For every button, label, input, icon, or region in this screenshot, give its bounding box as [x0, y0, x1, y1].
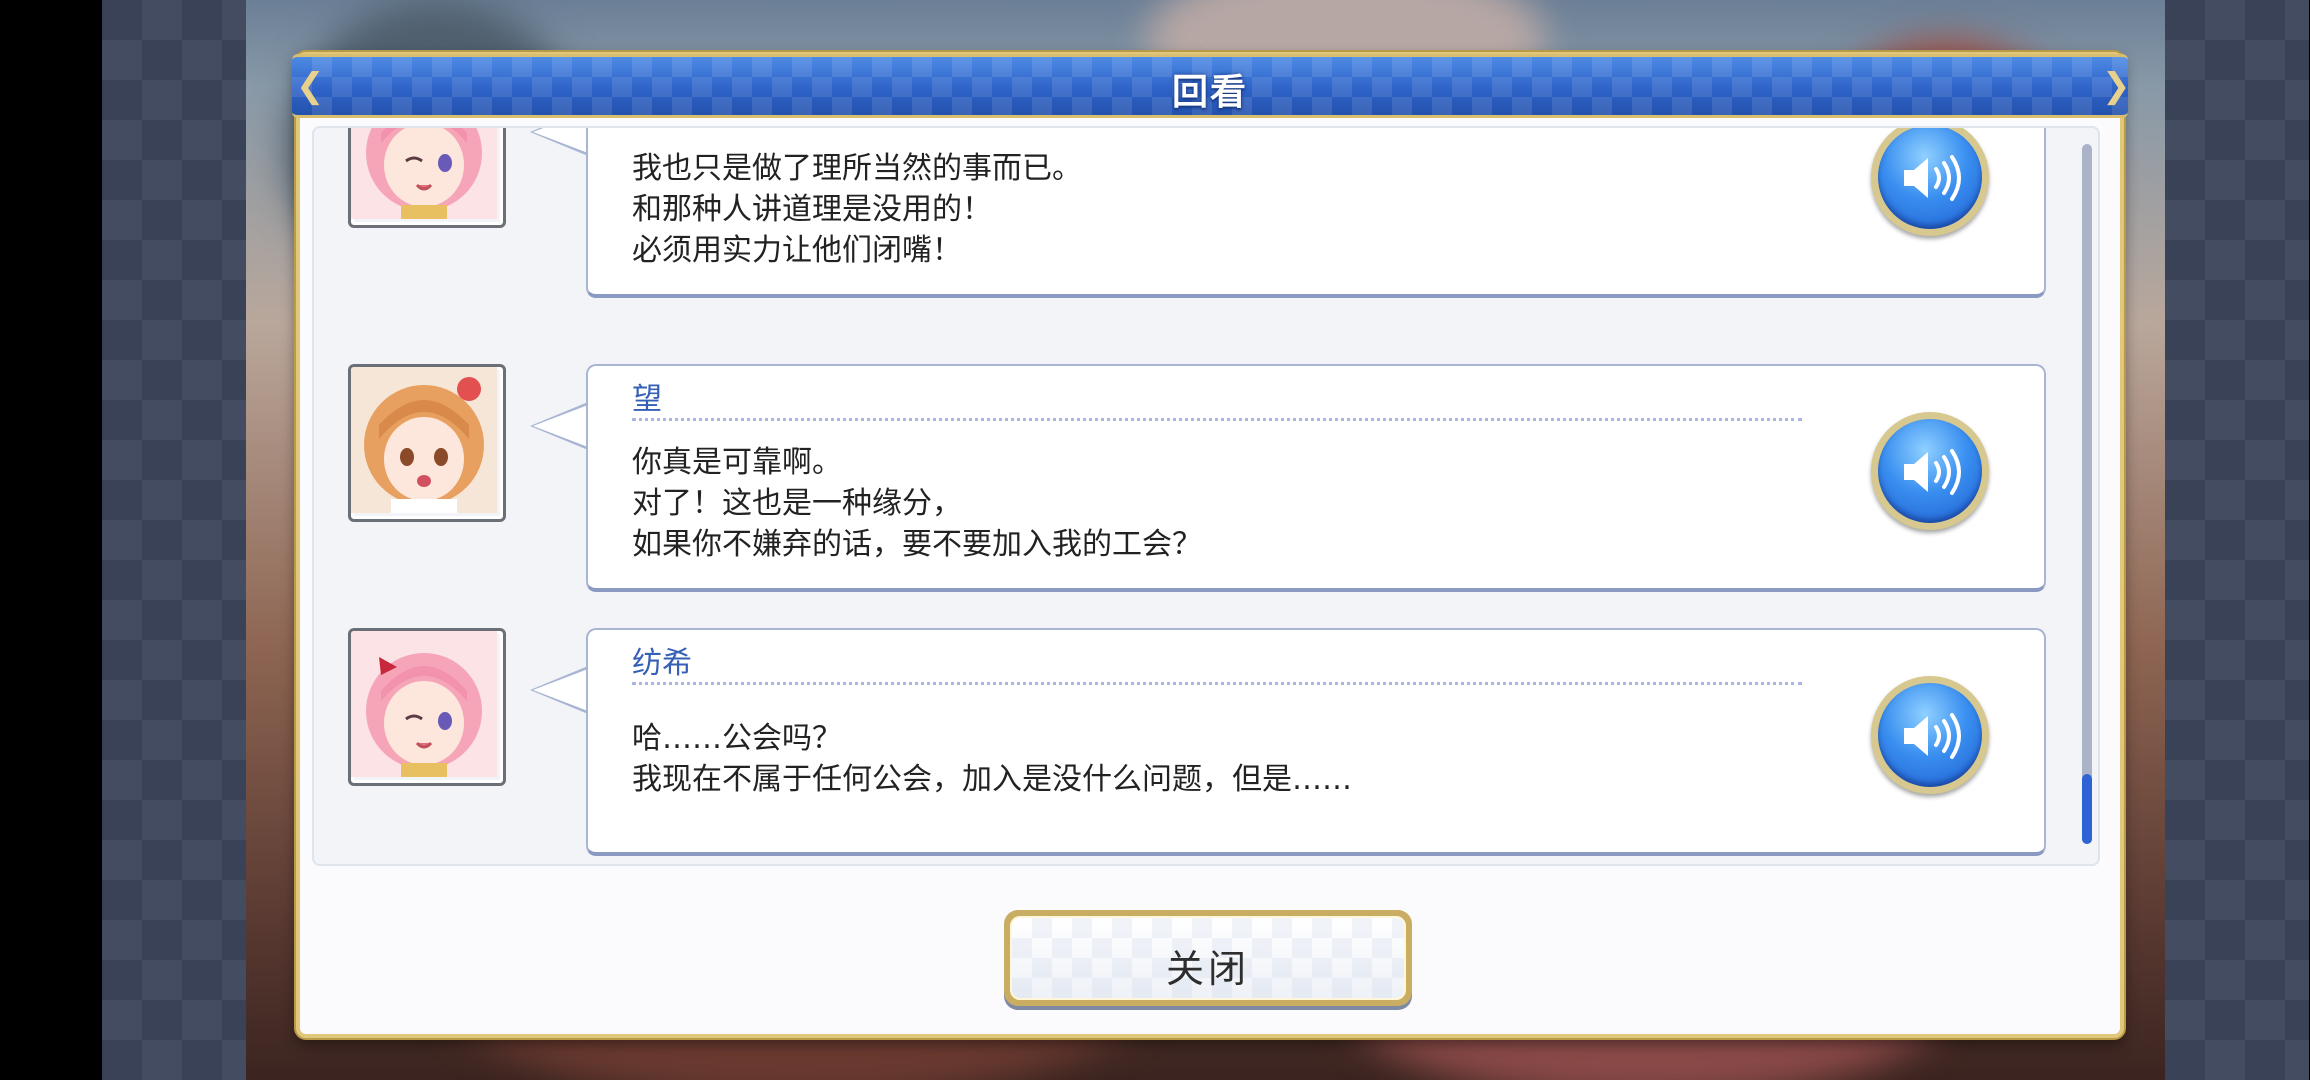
- scrollbar-track[interactable]: [2082, 144, 2092, 844]
- dialog-title: 回看: [1171, 72, 1248, 113]
- dotted-divider: [632, 682, 1802, 685]
- bubble-tail: [530, 128, 588, 156]
- dialogue-text: 哈……公会吗？ 我现在不属于任何公会，加入是没什么问题，但是……: [632, 721, 1352, 797]
- dotted-divider: [632, 418, 1802, 421]
- dotted-divider: [632, 126, 1802, 127]
- dialogue-bubble: 纺希 我也只是做了理所当然的事而已。 和那种人讲道理是没用的！ 必须用实力让他们…: [586, 126, 2046, 298]
- bubble-tail: [530, 666, 588, 714]
- log-entry: 望 你真是可靠啊。 对了！这也是一种缘分， 如果你不嫌弃的话，要不要加入我的工会…: [314, 364, 2098, 596]
- log-entry: 纺希 我也只是做了理所当然的事而已。 和那种人讲道理是没用的！ 必须用实力让他们…: [314, 126, 2098, 302]
- dialog-title-bar: ❮ 回看 ❯: [292, 54, 2128, 118]
- voice-replay-button[interactable]: [1871, 412, 1989, 530]
- dialogue-bubble: 纺希 哈……公会吗？ 我现在不属于任何公会，加入是没什么问题，但是……: [586, 628, 2046, 856]
- character-portrait: [348, 628, 506, 786]
- speaker-volume-icon: [1878, 683, 1982, 787]
- game-screen: ❮ 回看 ❯ 我也只是做了理所当然的事而已。 和那种人讲道理是没用的！ 必须用实…: [0, 0, 2310, 1080]
- bubble-tail: [530, 402, 588, 450]
- ornament-right-icon: ❯: [2102, 66, 2128, 106]
- voice-replay-button[interactable]: [1871, 676, 1989, 794]
- dialogue-text: 我也只是做了理所当然的事而已。 和那种人讲道理是没用的！ 必须用实力让他们闭嘴！: [632, 151, 1082, 268]
- left-pattern-border: [102, 0, 246, 1080]
- speaker-volume-icon: [1878, 128, 1982, 229]
- scrollbar-thumb[interactable]: [2082, 774, 2092, 844]
- close-button-label: 关闭: [1165, 947, 1250, 991]
- right-pattern-border: [2165, 0, 2309, 1080]
- dialogue-text: 你真是可靠啊。 对了！这也是一种缘分， 如果你不嫌弃的话，要不要加入我的工会？: [632, 445, 1202, 562]
- speaker-volume-icon: [1878, 419, 1982, 523]
- character-portrait: [348, 364, 506, 522]
- close-button-face: 关闭: [1010, 916, 1406, 1000]
- voice-replay-button[interactable]: [1871, 128, 1989, 236]
- backlog-dialog: ❮ 回看 ❯ 我也只是做了理所当然的事而已。 和那种人讲道理是没用的！ 必须用实…: [292, 52, 2128, 1038]
- log-entry: 纺希 哈……公会吗？ 我现在不属于任何公会，加入是没什么问题，但是……: [314, 628, 2098, 860]
- speaker-name: 望: [632, 382, 662, 417]
- character-portrait: [348, 128, 506, 228]
- backlog-list[interactable]: 纺希 我也只是做了理所当然的事而已。 和那种人讲道理是没用的！ 必须用实力让他们…: [312, 126, 2100, 866]
- dialogue-bubble: 望 你真是可靠啊。 对了！这也是一种缘分， 如果你不嫌弃的话，要不要加入我的工会…: [586, 364, 2046, 592]
- speaker-name: 纺希: [632, 646, 692, 681]
- close-button[interactable]: 关闭: [1004, 910, 1412, 1006]
